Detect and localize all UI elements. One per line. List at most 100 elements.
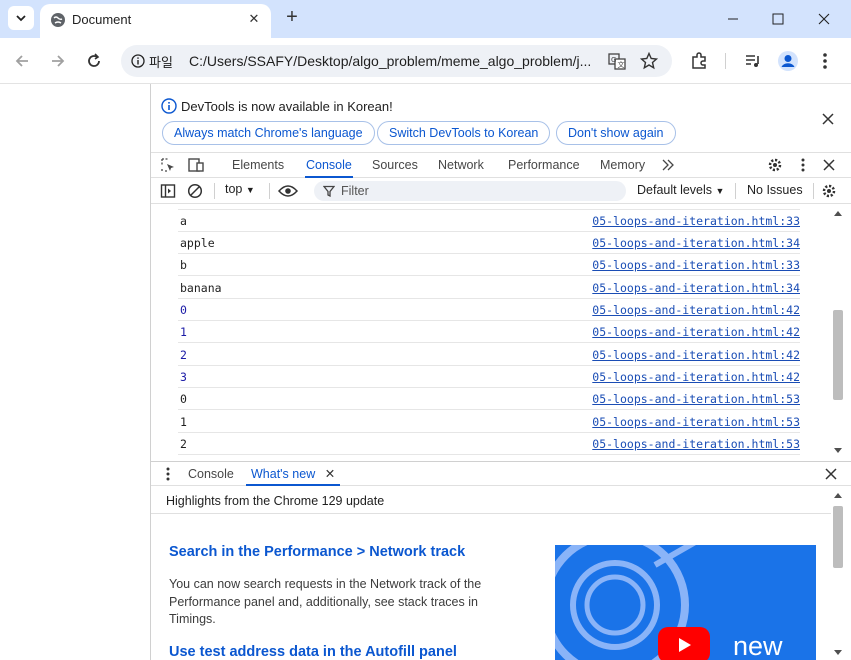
maximize-button[interactable] <box>765 6 791 32</box>
log-levels-dropdown[interactable]: Default levels ▼ <box>637 183 724 197</box>
drawer-tab-console[interactable]: Console <box>188 462 234 486</box>
feature-link-network-search[interactable]: Search in the Performance > Network trac… <box>169 544 465 560</box>
settings-button[interactable] <box>766 156 784 174</box>
source-link[interactable]: 05-loops-and-iteration.html:33 <box>592 258 800 272</box>
arrow-left-icon <box>15 55 28 67</box>
scrollbar-thumb[interactable] <box>833 506 843 568</box>
source-link[interactable]: 05-loops-and-iteration.html:34 <box>592 281 800 295</box>
tab-search-button[interactable] <box>8 6 34 30</box>
extensions-button[interactable] <box>688 50 710 72</box>
tab-console[interactable]: Console <box>305 153 353 178</box>
source-link[interactable]: 05-loops-and-iteration.html:42 <box>592 370 800 384</box>
live-expression-button[interactable] <box>277 182 299 200</box>
issues-counter[interactable]: No Issues <box>747 183 803 197</box>
reload-button[interactable] <box>82 49 106 73</box>
play-icon <box>679 638 691 652</box>
drawer-menu-button[interactable] <box>159 465 177 483</box>
info-icon <box>131 54 145 68</box>
context-selector[interactable]: top ▼ <box>225 182 255 196</box>
whats-new-scrollbar[interactable] <box>831 486 844 660</box>
levels-label: Default levels <box>637 183 713 197</box>
close-tab-icon[interactable]: ✕ <box>325 467 335 481</box>
filter-input[interactable]: Filter <box>314 181 626 201</box>
context-label: top <box>225 182 243 196</box>
tab-close-icon[interactable]: ✕ <box>245 10 263 28</box>
always-match-language-button[interactable]: Always match Chrome's language <box>162 121 375 145</box>
switch-to-korean-button[interactable]: Switch DevTools to Korean <box>377 121 551 145</box>
tab-sources[interactable]: Sources <box>372 153 418 178</box>
arrow-right-icon <box>52 55 65 67</box>
console-settings-button[interactable] <box>820 182 838 200</box>
tab-network[interactable]: Network <box>438 153 484 178</box>
new-tab-button[interactable]: + <box>282 7 302 28</box>
address-bar[interactable]: 파일 C:/Users/SSAFY/Desktop/algo_problem/m… <box>121 45 672 77</box>
inspect-element-button[interactable] <box>159 156 177 174</box>
console-toolbar: top ▼ Filter Default levels ▼ No Issues <box>151 178 851 204</box>
tab-performance[interactable]: Performance <box>508 153 580 178</box>
drawer-tab-whats-new[interactable]: What's new ✕ <box>246 462 341 486</box>
minimize-icon <box>728 18 738 20</box>
tab-memory[interactable]: Memory <box>600 153 645 178</box>
profile-button[interactable] <box>777 50 799 72</box>
chevron-down-icon <box>16 15 26 22</box>
source-link[interactable]: 05-loops-and-iteration.html:42 <box>592 303 800 317</box>
scroll-down-icon <box>834 650 842 655</box>
source-link[interactable]: 05-loops-and-iteration.html:53 <box>592 392 800 406</box>
more-tabs-button[interactable] <box>659 156 677 174</box>
more-vert-icon <box>801 158 805 172</box>
translate-button[interactable]: G文 <box>607 51 627 71</box>
whats-new-video-thumbnail[interactable]: new <box>555 545 816 660</box>
clear-console-button[interactable] <box>186 182 204 200</box>
source-link[interactable]: 05-loops-and-iteration.html:42 <box>592 348 800 362</box>
devtools-menu-button[interactable] <box>794 156 812 174</box>
log-value: b <box>180 258 187 272</box>
device-toolbar-button[interactable] <box>187 156 205 174</box>
close-devtools-button[interactable] <box>820 156 838 174</box>
dont-show-again-button[interactable]: Don't show again <box>556 121 676 145</box>
console-row: 3 05-loops-and-iteration.html:42 <box>178 366 800 388</box>
log-value: banana <box>180 281 222 295</box>
language-infobar: DevTools is now available in Korean! Alw… <box>151 84 851 152</box>
source-link[interactable]: 05-loops-and-iteration.html:42 <box>592 325 800 339</box>
browser-tab[interactable]: Document ✕ <box>40 4 271 38</box>
infobar-close-button[interactable] <box>819 110 837 128</box>
url-text[interactable]: C:/Users/SSAFY/Desktop/algo_problem/meme… <box>189 53 599 69</box>
feature-description: You can now search requests in the Netwo… <box>169 577 482 626</box>
globe-icon <box>51 13 65 27</box>
log-value: a <box>180 214 187 228</box>
media-controls-button[interactable] <box>742 50 764 72</box>
device-icon <box>188 158 204 172</box>
filter-icon <box>323 185 335 197</box>
play-button[interactable] <box>658 627 710 660</box>
forward-button[interactable] <box>46 49 70 73</box>
scrollbar-thumb[interactable] <box>833 310 843 400</box>
source-link[interactable]: 05-loops-and-iteration.html:53 <box>592 437 800 451</box>
minimize-button[interactable] <box>720 6 746 32</box>
dropdown-arrow-icon: ▼ <box>715 186 725 196</box>
close-drawer-button[interactable] <box>822 465 840 483</box>
drawer-tab-label: What's new <box>251 467 316 481</box>
log-value-number: 3 <box>180 370 187 384</box>
toggle-sidebar-button[interactable] <box>159 182 177 200</box>
site-info-label: 파일 <box>149 54 173 70</box>
console-row: 0 05-loops-and-iteration.html:42 <box>178 299 800 321</box>
close-window-button[interactable] <box>811 6 837 32</box>
console-row: 0 05-loops-and-iteration.html:53 <box>178 388 800 410</box>
feature-link-autofill[interactable]: Use test address data in the Autofill pa… <box>169 644 457 660</box>
console-row: 1 05-loops-and-iteration.html:42 <box>178 321 800 343</box>
translate-icon: G文 <box>608 53 626 70</box>
site-info-chip[interactable]: 파일 <box>127 50 179 72</box>
close-icon <box>822 113 834 125</box>
chrome-menu-button[interactable] <box>814 50 836 72</box>
video-overlay-text: new <box>733 631 783 660</box>
console-row: banana 05-loops-and-iteration.html:34 <box>178 277 800 299</box>
source-link[interactable]: 05-loops-and-iteration.html:33 <box>592 214 800 228</box>
source-link[interactable]: 05-loops-and-iteration.html:34 <box>592 236 800 250</box>
bookmark-button[interactable] <box>639 51 659 71</box>
back-button[interactable] <box>10 49 34 73</box>
scroll-down-icon <box>834 448 842 453</box>
tab-elements[interactable]: Elements <box>232 153 284 178</box>
log-value: 2 <box>180 437 187 451</box>
source-link[interactable]: 05-loops-and-iteration.html:53 <box>592 415 800 429</box>
console-scrollbar[interactable] <box>831 210 844 454</box>
